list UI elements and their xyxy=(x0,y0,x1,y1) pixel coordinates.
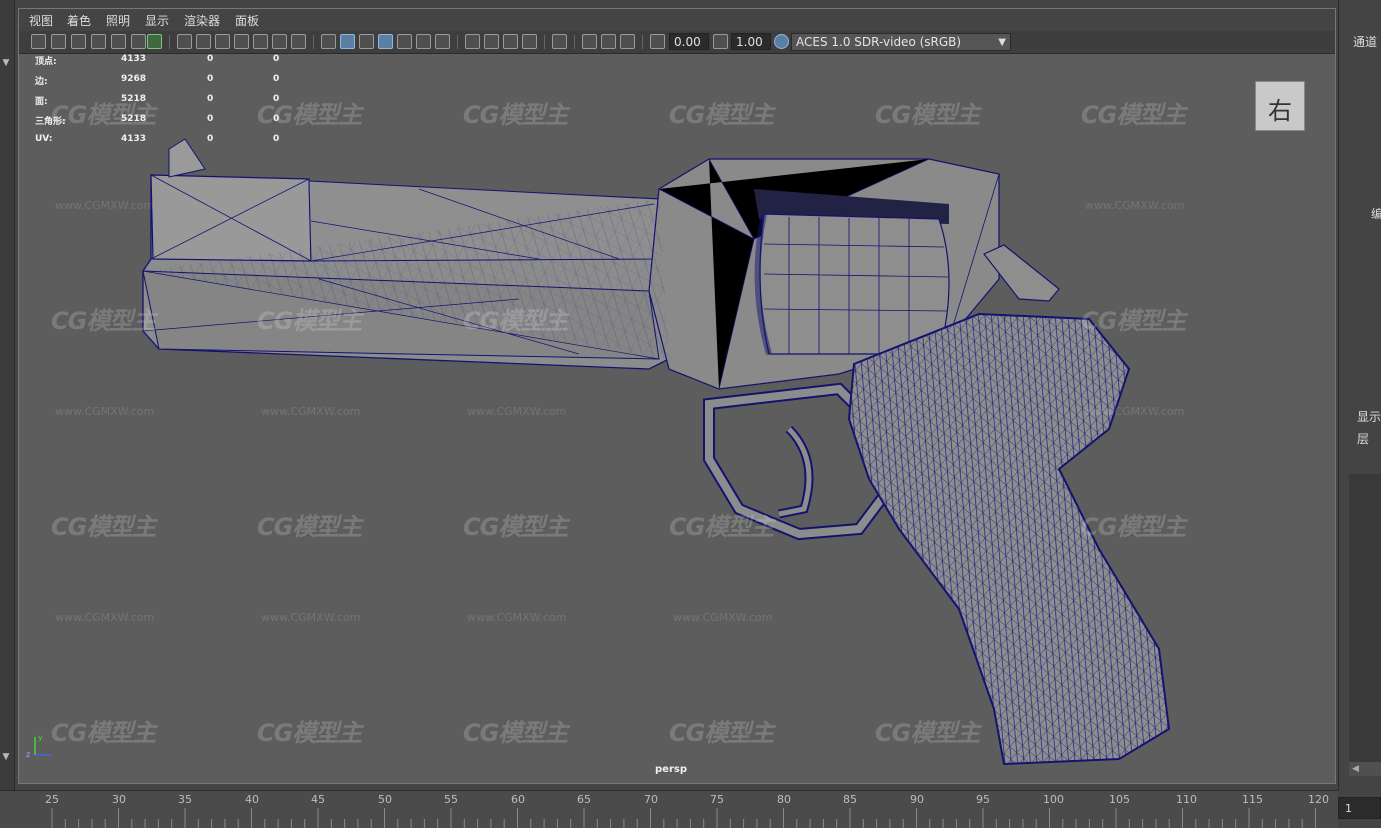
tick-label: 120 xyxy=(1308,793,1329,806)
hud-label: 面: xyxy=(35,97,48,107)
time-slider[interactable]: 25 30 35 40 45 50 55 60 65 70 75 80 85 9… xyxy=(0,790,1338,828)
layer-list[interactable] xyxy=(1349,474,1381,766)
hud-row-triangles: 三角形: 5218 0 0 xyxy=(35,114,315,128)
view-cube-label: 右 xyxy=(1268,97,1292,125)
hud-row-edges: 边: 9268 0 0 xyxy=(35,74,315,88)
left-tool-strip: ▼ ▼ xyxy=(0,0,15,790)
collapse-arrow-icon-bottom[interactable]: ▼ xyxy=(2,752,10,762)
hud-label: 顶点: xyxy=(35,57,57,67)
hud-label: UV: xyxy=(35,134,53,144)
tick-label: 80 xyxy=(777,793,791,806)
tick-label: 60 xyxy=(511,793,525,806)
hud-value: 0 xyxy=(273,94,280,104)
hud-value: 5218 xyxy=(121,114,147,124)
layers-label: 层 xyxy=(1357,432,1370,446)
tick-label: 85 xyxy=(843,793,857,806)
time-ruler xyxy=(51,808,1316,828)
tick-label: 75 xyxy=(710,793,724,806)
hud-value: 5218 xyxy=(121,94,147,104)
tick-label: 45 xyxy=(311,793,325,806)
hud-row-vertices: 顶点: 4133 0 0 xyxy=(35,54,315,68)
hud-value: 0 xyxy=(273,114,280,124)
hud-value: 0 xyxy=(207,134,214,144)
tick-label: 70 xyxy=(644,793,658,806)
hud-value: 0 xyxy=(273,74,280,84)
tick-label: 35 xyxy=(178,793,192,806)
tick-label: 25 xyxy=(45,793,59,806)
tick-label: 55 xyxy=(444,793,458,806)
edit-label: 编 xyxy=(1371,207,1381,221)
hud-value: 9268 xyxy=(121,74,147,84)
tick-label: 95 xyxy=(976,793,990,806)
hud-value: 4133 xyxy=(121,134,147,144)
hud-row-faces: 面: 5218 0 0 xyxy=(35,94,315,108)
tick-label: 50 xyxy=(378,793,392,806)
axis-gizmo-icon: y z xyxy=(25,731,55,761)
layer-scrollbar[interactable]: ◀ xyxy=(1349,762,1381,776)
hud-label: 三角形: xyxy=(35,117,66,127)
hud-value: 0 xyxy=(207,54,214,64)
channels-tab[interactable]: 通道 xyxy=(1353,33,1377,50)
current-frame-field[interactable]: 1 xyxy=(1338,797,1381,819)
channel-box-panel: 通道 编 显示 层 ◀ xyxy=(1338,0,1381,790)
hud-value: 0 xyxy=(207,94,214,104)
tick-label: 110 xyxy=(1176,793,1197,806)
camera-name-label: persp xyxy=(655,764,687,775)
hud-value: 0 xyxy=(273,54,280,64)
axis-z-label: z xyxy=(26,750,30,759)
display-tab[interactable]: 显示 xyxy=(1357,408,1381,425)
tick-label: 105 xyxy=(1109,793,1130,806)
tick-label: 90 xyxy=(910,793,924,806)
axis-y-label: y xyxy=(38,733,43,742)
hud-value: 0 xyxy=(273,134,280,144)
hud-value: 0 xyxy=(207,114,214,124)
tick-label: 115 xyxy=(1242,793,1263,806)
hud-value: 4133 xyxy=(121,54,147,64)
tick-label: 100 xyxy=(1043,793,1064,806)
collapse-arrow-icon[interactable]: ▼ xyxy=(2,58,10,68)
tick-label: 40 xyxy=(245,793,259,806)
hud-value: 0 xyxy=(207,74,214,84)
hud-label: 边: xyxy=(35,77,48,87)
tick-label: 30 xyxy=(112,793,126,806)
viewport-panel[interactable]: 视图 着色 照明 显示 渲染器 面板 0.00 1.00 ACES 1.0 SD… xyxy=(18,8,1336,784)
tick-marks xyxy=(51,808,1316,828)
tick-label: 65 xyxy=(577,793,591,806)
hud-row-uv: UV: 4133 0 0 xyxy=(35,134,315,148)
view-cube[interactable]: 右 xyxy=(1255,81,1305,131)
